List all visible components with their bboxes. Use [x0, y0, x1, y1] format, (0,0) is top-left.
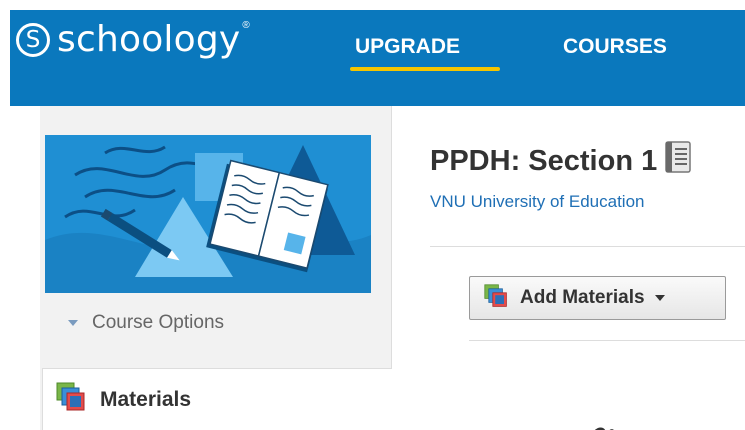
top-bar: S schoology ® UPGRADE COURSES	[0, 0, 745, 106]
add-materials-label: Add Materials	[520, 287, 645, 308]
schoology-logo[interactable]: S schoology ®	[16, 18, 250, 62]
schoology-logo-text: schoology	[57, 19, 241, 60]
sidebar-item-label: Materials	[100, 387, 192, 411]
nav-upgrade-link[interactable]: UPGRADE	[355, 35, 460, 59]
course-title-text: PPDH: Section 1	[430, 144, 658, 177]
top-navigation-bar: S schoology ® UPGRADE COURSES	[10, 10, 745, 106]
add-materials-button[interactable]: Add Materials	[469, 276, 726, 320]
course-options-label: Course Options	[92, 312, 225, 333]
divider	[469, 340, 745, 341]
active-nav-indicator	[350, 67, 500, 71]
school-link[interactable]: VNU University of Education	[430, 192, 644, 212]
page-title: PPDH: Section 1	[430, 141, 691, 181]
trademark-symbol: ®	[242, 20, 250, 31]
divider	[430, 246, 745, 247]
chevron-down-icon	[654, 295, 665, 301]
course-notebook-icon	[663, 141, 691, 181]
course-banner-image	[45, 135, 371, 293]
nav-courses-link[interactable]: COURSES	[563, 35, 667, 59]
materials-icon	[484, 283, 508, 313]
cropped-content-fragment	[592, 424, 614, 430]
schoology-logo-mark-icon: S	[16, 23, 50, 57]
course-sidebar: Course Options Materials	[40, 106, 392, 430]
caret-down-icon	[68, 320, 78, 326]
materials-icon	[56, 382, 86, 417]
course-options-toggle[interactable]: Course Options	[68, 312, 224, 334]
sidebar-item-materials[interactable]: Materials	[42, 368, 392, 430]
main-content: PPDH: Section 1 VNU University of Educat…	[392, 106, 745, 430]
